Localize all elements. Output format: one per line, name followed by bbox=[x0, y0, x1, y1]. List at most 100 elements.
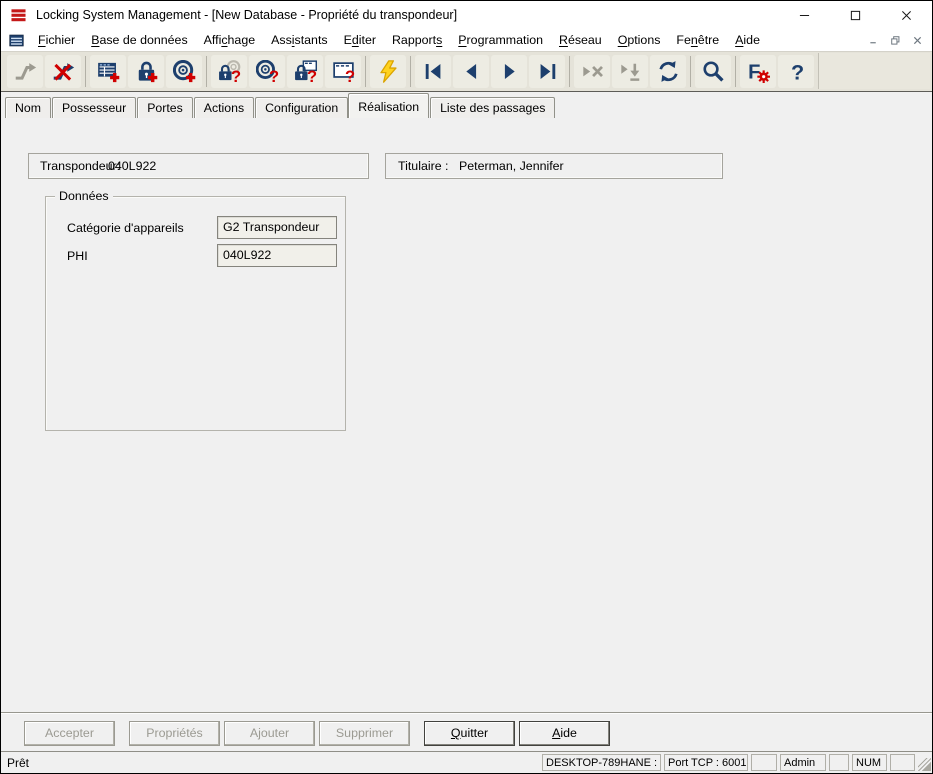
minimize-icon bbox=[869, 36, 878, 45]
supprimer-button: Supprimer bbox=[319, 721, 410, 746]
window-question-icon: ? bbox=[332, 60, 355, 83]
app-icon bbox=[10, 8, 27, 23]
app-window: Locking System Management - [New Databas… bbox=[0, 0, 933, 774]
refresh-button[interactable] bbox=[650, 55, 686, 88]
nav-last-button[interactable] bbox=[529, 55, 565, 88]
filter-settings-icon: F bbox=[747, 60, 770, 83]
lightning-button[interactable] bbox=[370, 55, 406, 88]
menu-aide[interactable]: Aide bbox=[727, 31, 768, 49]
tab-liste-des-passages[interactable]: Liste des passages bbox=[430, 97, 555, 118]
toolbar: ???? F? bbox=[1, 51, 932, 92]
status-cells: DESKTOP-789HANE : COM(*)Port TCP : 6001A… bbox=[542, 754, 918, 771]
minimize-icon bbox=[799, 10, 810, 21]
button-bar: Accepter PropriétésAjouterSupprimer Quitte… bbox=[1, 712, 932, 751]
status-cell-num: NUM bbox=[852, 754, 887, 771]
svg-text:?: ? bbox=[306, 67, 316, 83]
device-class-label: Catégorie d'appareils bbox=[67, 221, 184, 235]
tab-actions[interactable]: Actions bbox=[194, 97, 254, 118]
toolbar-separator bbox=[85, 56, 86, 87]
device-class-field: G2 Transpondeur bbox=[217, 216, 337, 239]
aide-button[interactable]: Aide bbox=[519, 721, 610, 746]
status-cell-empty bbox=[890, 754, 915, 771]
transponder-question-button[interactable]: ? bbox=[249, 55, 285, 88]
menu-fenetre[interactable]: Fenêtre bbox=[668, 31, 727, 49]
tab-strip: NomPossesseurPortesActionsConfigurationR… bbox=[1, 92, 932, 118]
transponder-plus-icon bbox=[173, 60, 196, 83]
nav-first-icon bbox=[422, 60, 445, 83]
close-icon bbox=[913, 36, 922, 45]
quitter-button[interactable]: Quitter bbox=[424, 721, 515, 746]
lock-plus-button[interactable] bbox=[128, 55, 164, 88]
table-plus-icon bbox=[97, 60, 120, 83]
menu-assistants[interactable]: Assistants bbox=[263, 31, 335, 49]
lock-question-button[interactable]: ? bbox=[211, 55, 247, 88]
table-plus-button[interactable] bbox=[90, 55, 126, 88]
search-button[interactable] bbox=[695, 55, 731, 88]
menu-programmation[interactable]: Programmation bbox=[450, 31, 551, 49]
nav-down-icon bbox=[619, 60, 642, 83]
status-cell-desktop-789hane-com: DESKTOP-789HANE : COM(*) bbox=[542, 754, 661, 771]
tab-realisation[interactable]: Réalisation bbox=[348, 93, 429, 118]
ajouter-button: Ajouter bbox=[224, 721, 315, 746]
minimize-button[interactable] bbox=[779, 1, 830, 29]
transponder-plus-button[interactable] bbox=[166, 55, 202, 88]
toolbar-separator bbox=[690, 56, 691, 87]
help-icon: ? bbox=[785, 60, 808, 83]
tab-portes[interactable]: Portes bbox=[137, 97, 193, 118]
accepter-button: Accepter bbox=[24, 721, 115, 746]
nav-next-button[interactable] bbox=[491, 55, 527, 88]
tab-possesseur[interactable]: Possesseur bbox=[52, 97, 136, 118]
mdi-restore-button[interactable] bbox=[886, 33, 904, 48]
toolbar-separator bbox=[735, 56, 736, 87]
filter-settings-button[interactable]: F bbox=[740, 55, 776, 88]
proprietes-button: Propriétés bbox=[129, 721, 220, 746]
tab-configuration[interactable]: Configuration bbox=[255, 97, 348, 118]
nav-last-icon bbox=[536, 60, 559, 83]
svg-text:?: ? bbox=[791, 60, 804, 83]
title-bar: Locking System Management - [New Databas… bbox=[1, 1, 932, 29]
restore-icon bbox=[891, 36, 900, 45]
status-bar: Prêt DESKTOP-789HANE : COM(*)Port TCP : … bbox=[1, 751, 932, 773]
donnees-groupbox: Données Catégorie d'appareils G2 Transpo… bbox=[45, 196, 346, 431]
lock-plus-icon bbox=[135, 60, 158, 83]
transponder-value: 040L922 bbox=[108, 159, 156, 173]
close-button[interactable] bbox=[881, 1, 932, 29]
menu-bar: FichierBase de donnéesAffichageAssistant… bbox=[1, 29, 932, 51]
holder-label: Titulaire : bbox=[398, 159, 449, 173]
mdi-window-controls bbox=[864, 33, 926, 48]
mdi-minimize-button[interactable] bbox=[864, 33, 882, 48]
step-arrow-button bbox=[7, 55, 43, 88]
search-icon bbox=[702, 60, 725, 83]
nav-down-button bbox=[612, 55, 648, 88]
maximize-button[interactable] bbox=[830, 1, 881, 29]
menu-options[interactable]: Options bbox=[610, 31, 669, 49]
menu-fichier[interactable]: Fichier bbox=[30, 31, 83, 49]
menu-reseau[interactable]: Réseau bbox=[551, 31, 610, 49]
menu-affichage[interactable]: Affichage bbox=[196, 31, 263, 49]
toolbar-separator bbox=[569, 56, 570, 87]
help-button[interactable]: ? bbox=[778, 55, 814, 88]
menu-editer[interactable]: Editer bbox=[336, 31, 384, 49]
toolbar-separator bbox=[206, 56, 207, 87]
lock-window-question-icon: ? bbox=[294, 60, 317, 83]
donnees-group-title: Données bbox=[55, 189, 113, 204]
status-cell-admin: Admin bbox=[780, 754, 826, 771]
holder-value: Peterman, Jennifer bbox=[459, 159, 564, 173]
resize-grip[interactable] bbox=[918, 758, 931, 771]
lock-question-icon: ? bbox=[218, 60, 241, 83]
menu-rapports[interactable]: Rapports bbox=[384, 31, 450, 49]
nav-first-button[interactable] bbox=[415, 55, 451, 88]
window-controls bbox=[779, 1, 932, 29]
document-window-icon bbox=[8, 33, 25, 48]
step-arrow-x-button[interactable] bbox=[45, 55, 81, 88]
lock-window-question-button[interactable]: ? bbox=[287, 55, 323, 88]
window-question-button[interactable]: ? bbox=[325, 55, 361, 88]
nav-prev-button[interactable] bbox=[453, 55, 489, 88]
mdi-close-button[interactable] bbox=[908, 33, 926, 48]
toolbar-separator bbox=[410, 56, 411, 87]
transponder-box: Transpondeur: 040L922 bbox=[28, 153, 369, 179]
window-title: Locking System Management - [New Databas… bbox=[36, 8, 457, 22]
status-cell-empty bbox=[829, 754, 849, 771]
menu-base-de-donnees[interactable]: Base de données bbox=[83, 31, 195, 49]
tab-nom[interactable]: Nom bbox=[5, 97, 51, 118]
